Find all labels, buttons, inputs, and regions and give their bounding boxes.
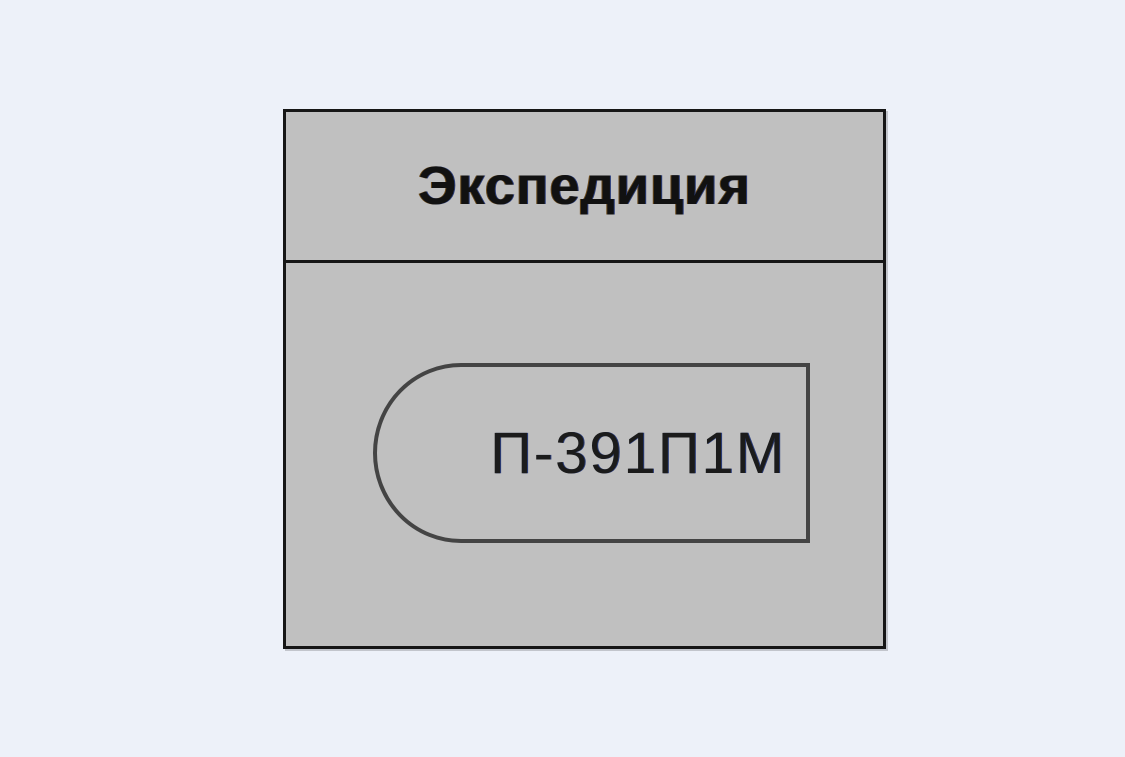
swimlane-title: Экспедиция <box>418 156 751 216</box>
swimlane-container[interactable]: Экспедиция П-391П1М <box>283 109 886 649</box>
terminal-node-label: П-391П1М <box>489 420 786 486</box>
swimlane-header: Экспедиция <box>286 112 883 263</box>
terminal-node[interactable]: П-391П1М <box>373 362 813 544</box>
diagram-canvas: Экспедиция П-391П1М <box>0 0 1125 757</box>
